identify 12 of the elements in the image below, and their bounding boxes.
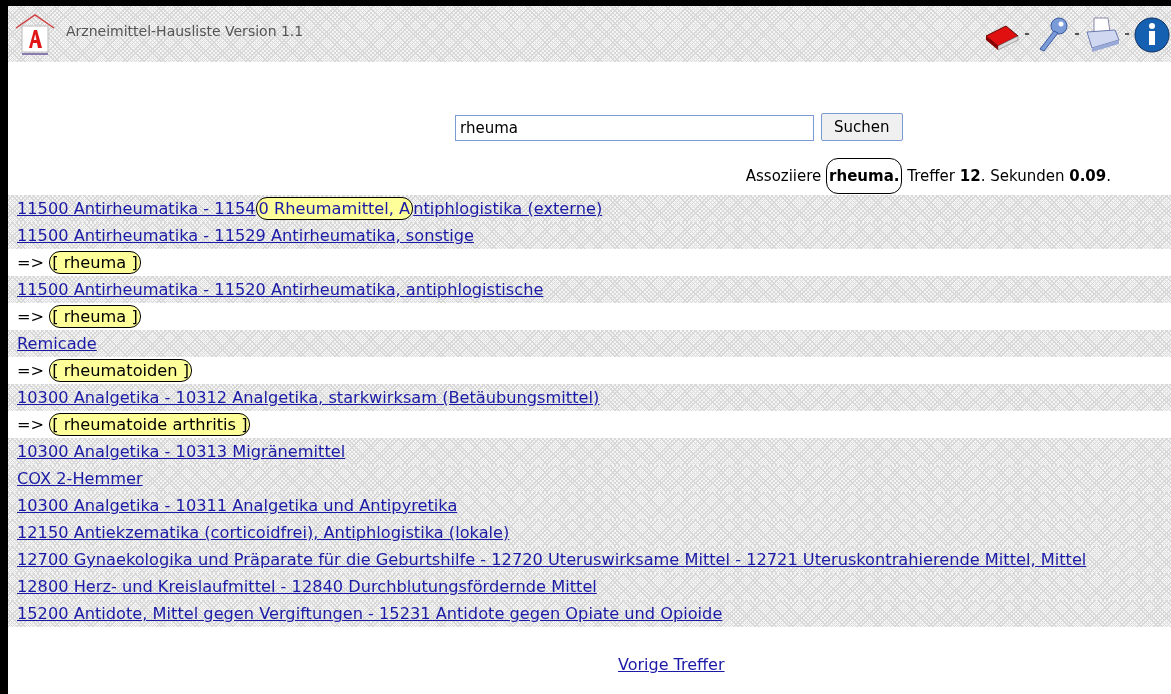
previous-results-link[interactable]: Vorige Treffer [618, 655, 725, 674]
search-button[interactable]: Suchen [821, 113, 903, 141]
search-summary: Assoziiere rheuma. Treffer 12. Sekunden 0.09. [745, 157, 1111, 195]
synonym-text: => [ rheumatoide arthritis ] [17, 412, 251, 437]
info-icon[interactable] [1132, 14, 1171, 54]
app-title: Arzneimittel-Hausliste Version 1.1 [66, 23, 305, 39]
result-link[interactable]: Remicade [17, 331, 97, 356]
synonym-text: => [ rheuma ] [17, 250, 141, 275]
search-field[interactable]: rheuma [455, 115, 814, 141]
synonym-text: => [ rheuma ] [17, 304, 141, 329]
synonym-text: => [ rheumatoiden ] [17, 358, 192, 383]
result-link[interactable]: COX 2-Hemmer [17, 466, 143, 491]
